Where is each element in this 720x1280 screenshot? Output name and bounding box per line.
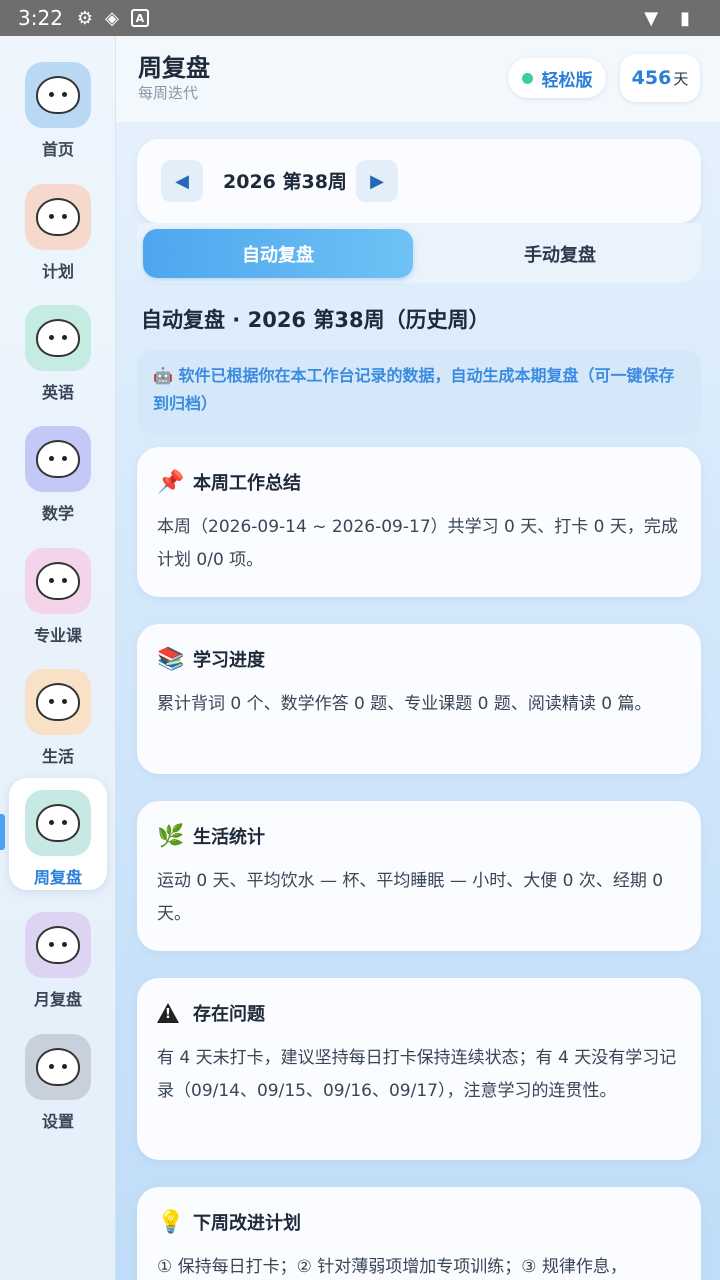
sidebar-item-weekly-review[interactable]: 周复盘: [9, 778, 107, 890]
triangle-right-icon: ▶: [370, 170, 384, 192]
mode-badge[interactable]: 轻松版: [508, 58, 606, 98]
card-title: 存在问题: [193, 1004, 265, 1025]
active-nav-indicator: [0, 814, 5, 850]
status-time: 3:22: [18, 6, 63, 30]
page-header: 周复盘 每周迭代 轻松版 456 天: [116, 36, 720, 122]
sidebar-item-math[interactable]: 数学: [9, 414, 107, 526]
lightbulb-icon: 💡: [157, 1209, 185, 1235]
settings-gear-icon: ⚙: [76, 7, 94, 29]
issues-card: 存在问题 有 4 天未打卡，建议坚持每日打卡保持连续状态；有 4 天没有学习记录…: [137, 978, 701, 1160]
card-body: 运动 0 天、平均饮水 — 杯、平均睡眠 — 小时、大便 0 次、经期 0 天。: [157, 871, 664, 924]
card-body: 有 4 天未打卡，建议坚持每日打卡保持连续状态；有 4 天没有学习记录（09/1…: [157, 1048, 677, 1101]
section-heading: 自动复盘 · 2026 第38周（历史周）: [141, 308, 490, 332]
sync-icon: ◈: [105, 7, 119, 29]
previous-week-button[interactable]: ◀: [161, 160, 203, 202]
sidebar-item-plan[interactable]: 计划: [9, 172, 107, 284]
card-title: 学习进度: [193, 650, 265, 671]
tab-auto-review[interactable]: 自动复盘: [143, 229, 413, 278]
sidebar-item-english[interactable]: 英语: [9, 293, 107, 405]
days-counter-badge: 456 天: [620, 54, 700, 102]
status-bar: 3:22 ⚙ ◈ A ▼ ▮: [0, 0, 720, 36]
days-count: 456: [631, 67, 672, 89]
sidebar-item-monthly-review[interactable]: 月复盘: [9, 900, 107, 1012]
sidebar-item-label: 月复盘: [33, 990, 82, 1009]
life-avatar-icon: [25, 669, 91, 735]
warning-icon: [157, 1003, 179, 1023]
sidebar-item-major[interactable]: 专业课: [9, 536, 107, 648]
sidebar-item-label: 周复盘: [33, 868, 82, 887]
sidebar-item-home[interactable]: 首页: [9, 50, 107, 162]
card-body: 累计背词 0 个、数学作答 0 题、专业课题 0 题、阅读精读 0 篇。: [157, 694, 652, 714]
week-label: 2026 第38周: [223, 171, 347, 193]
herb-icon: 🌿: [157, 823, 185, 849]
sidebar-item-settings[interactable]: 设置: [9, 1022, 107, 1134]
tab-manual-review[interactable]: 手动复盘: [425, 229, 695, 278]
weekly-review-avatar-icon: [25, 790, 91, 856]
sidebar-item-label: 设置: [41, 1112, 74, 1131]
summary-card: 📌 本周工作总结 本周（2026-09-14 ~ 2026-09-17）共学习 …: [137, 447, 701, 597]
card-body: ① 保持每日打卡；② 针对薄弱项增加专项训练；③ 规律作息，: [157, 1257, 627, 1277]
progress-card: 📚 学习进度 累计背词 0 个、数学作答 0 题、专业课题 0 题、阅读精读 0…: [137, 624, 701, 774]
pushpin-icon: 📌: [157, 469, 185, 495]
sidebar-item-label: 专业课: [33, 626, 82, 645]
life-stats-card: 🌿 生活统计 运动 0 天、平均饮水 — 杯、平均睡眠 — 小时、大便 0 次、…: [137, 801, 701, 951]
triangle-left-icon: ◀: [175, 170, 189, 192]
status-dot-icon: [521, 72, 533, 84]
card-title: 下周改进计划: [193, 1213, 301, 1234]
wifi-icon: ▼: [644, 7, 659, 29]
auto-generated-notice: 🤖 软件已根据你在本工作台记录的数据，自动生成本期复盘（可一键保存到归档）: [137, 350, 701, 434]
sidebar-item-label: 计划: [41, 262, 74, 281]
week-selector: ◀ 2026 第38周 ▶: [137, 139, 701, 223]
card-title: 生活统计: [193, 827, 265, 848]
sidebar: 首页 计划 英语 数学 专业课 生活 周复盘 月复盘 设置: [0, 36, 116, 1280]
review-mode-tabs: 自动复盘 手动复盘: [137, 223, 701, 283]
page-title: 周复盘: [138, 54, 210, 82]
math-avatar-icon: [25, 426, 91, 492]
monthly-review-avatar-icon: [25, 912, 91, 978]
next-week-plan-card: 💡 下周改进计划 ① 保持每日打卡；② 针对薄弱项增加专项训练；③ 规律作息，: [137, 1187, 701, 1280]
english-avatar-icon: [25, 305, 91, 371]
home-avatar-icon: [25, 62, 91, 128]
page-subtitle: 每周迭代: [138, 84, 199, 102]
sidebar-item-label: 数学: [41, 504, 74, 523]
next-week-button[interactable]: ▶: [356, 160, 398, 202]
major-avatar-icon: [25, 548, 91, 614]
days-unit: 天: [673, 69, 689, 88]
sidebar-item-label: 首页: [41, 140, 74, 159]
sidebar-item-label: 英语: [41, 383, 74, 402]
plan-avatar-icon: [25, 184, 91, 250]
sidebar-item-label: 生活: [41, 747, 74, 766]
card-body: 本周（2026-09-14 ~ 2026-09-17）共学习 0 天、打卡 0 …: [157, 517, 678, 570]
card-title: 本周工作总结: [193, 473, 301, 494]
sidebar-item-life[interactable]: 生活: [9, 657, 107, 769]
settings-avatar-icon: [25, 1034, 91, 1100]
keyboard-icon: A: [130, 9, 149, 27]
mode-label: 轻松版: [541, 70, 593, 91]
battery-icon: ▮: [680, 7, 690, 29]
books-icon: 📚: [157, 646, 185, 672]
